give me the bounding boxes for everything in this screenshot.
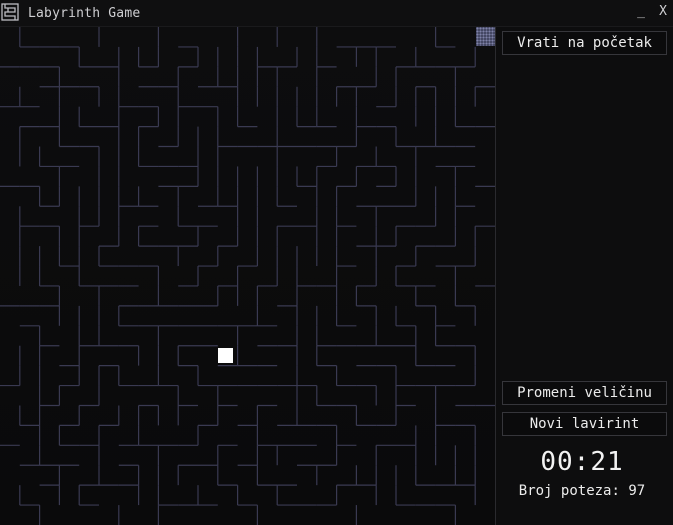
change-size-button[interactable]: Promeni veličinu (502, 381, 667, 405)
new-maze-button[interactable]: Novi lavirint (502, 412, 667, 436)
maze-walls (0, 27, 495, 525)
window-title: Labyrinth Game (28, 6, 141, 21)
labyrinth-app-icon (1, 3, 19, 21)
minimize-button[interactable]: _ (634, 4, 648, 20)
goal-cell (476, 27, 495, 46)
maze-board[interactable] (0, 27, 495, 525)
moves-count: 97 (628, 483, 646, 499)
move-counter: Broj poteza: 97 (496, 483, 668, 499)
close-button[interactable]: X (656, 4, 670, 20)
title-bar[interactable]: Labyrinth Game _ X (0, 0, 673, 27)
game-window: Labyrinth Game _ X Vrati na početak Prom… (0, 0, 673, 525)
restart-button[interactable]: Vrati na početak (502, 31, 667, 55)
timer-display: 00:21 (540, 447, 624, 477)
moves-label: Broj poteza: (518, 483, 620, 499)
control-panel: Vrati na početak Promeni veličinu Novi l… (495, 27, 673, 525)
player-marker (218, 348, 233, 363)
